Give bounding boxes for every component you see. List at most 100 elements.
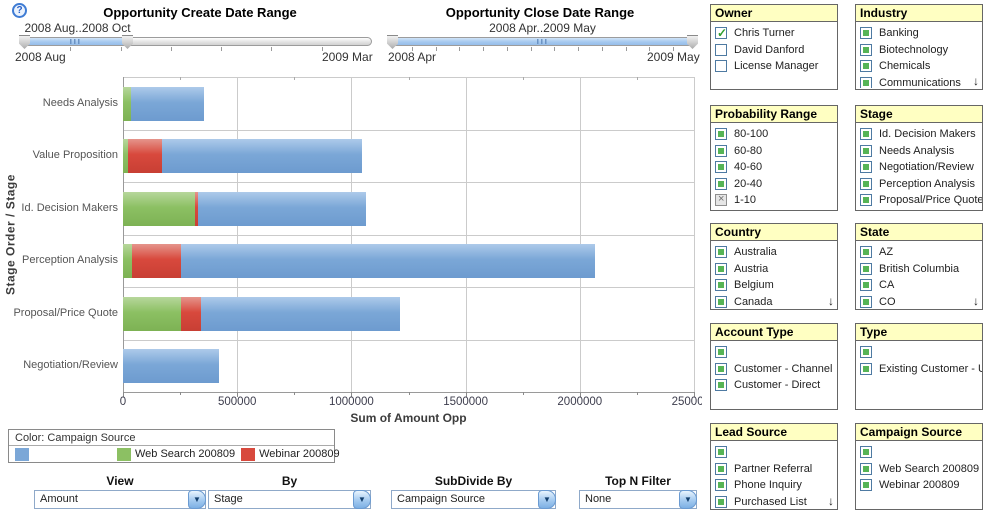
checkbox-selected-icon[interactable] [860, 362, 872, 375]
filter-item[interactable]: Canada [711, 294, 837, 309]
checkbox-empty-icon[interactable] [715, 43, 727, 56]
filter-item[interactable] [711, 444, 837, 461]
bar-segment[interactable] [132, 244, 182, 278]
checkbox-selected-icon[interactable] [860, 262, 872, 275]
filter-item[interactable]: CO [856, 294, 982, 309]
bar-segment[interactable] [130, 86, 205, 121]
bar-segment[interactable] [123, 349, 219, 383]
filter-item[interactable]: 60-80 [711, 143, 837, 160]
bar-segment[interactable] [123, 244, 133, 278]
checkbox-selected-icon[interactable] [715, 128, 727, 141]
close-date-slider-right-handle[interactable] [687, 35, 698, 49]
checkbox-selected-icon[interactable] [715, 262, 727, 275]
checkbox-selected-icon[interactable] [715, 479, 727, 492]
filter-item[interactable]: Phone Inquiry [711, 477, 837, 494]
checkbox-selected-icon[interactable] [860, 161, 872, 174]
filter-item[interactable]: Id. Decision Makers [856, 126, 982, 143]
filter-item[interactable]: Needs Analysis [856, 143, 982, 160]
filter-item[interactable]: British Columbia [856, 261, 982, 278]
legend-swatch-web-search[interactable] [117, 447, 131, 461]
checkbox-selected-icon[interactable] [860, 60, 872, 73]
filter-item[interactable]: Existing Customer - Upgrade [856, 361, 982, 378]
filter-item[interactable]: Webinar 200809 [856, 477, 982, 494]
filter-item[interactable]: Biotechnology [856, 42, 982, 59]
by-dropdown[interactable]: Stage ▼ [208, 490, 371, 509]
checkbox-selected-icon[interactable] [860, 446, 872, 459]
checkbox-selected-icon[interactable] [715, 295, 727, 308]
filter-item[interactable]: Chemicals [856, 58, 982, 75]
checkbox-selected-icon[interactable] [715, 362, 727, 375]
filter-item[interactable]: Australia [711, 244, 837, 261]
checkbox-excluded-icon[interactable] [715, 193, 727, 207]
checkbox-selected-icon[interactable] [860, 144, 872, 157]
checkbox-selected-icon[interactable] [715, 161, 727, 174]
checkbox-selected-icon[interactable] [860, 177, 872, 190]
checkbox-selected-icon[interactable] [860, 27, 872, 40]
checkbox-selected-icon[interactable] [715, 379, 727, 392]
filter-item[interactable]: Chris Turner [711, 25, 837, 42]
filter-item[interactable]: 80-100 [711, 126, 837, 143]
checkbox-selected-icon[interactable] [715, 462, 727, 475]
checkbox-selected-icon[interactable] [860, 279, 872, 292]
checkbox-selected-icon[interactable] [715, 144, 727, 157]
bar-segment[interactable] [127, 139, 162, 173]
checkbox-selected-icon[interactable] [860, 246, 872, 259]
dropdown-arrow-icon[interactable]: ▼ [188, 490, 206, 509]
checkbox-selected-icon[interactable] [715, 495, 727, 508]
view-dropdown[interactable]: Amount ▼ [34, 490, 206, 509]
legend-swatch-webinar[interactable] [241, 447, 256, 461]
bar-segment[interactable] [200, 296, 401, 331]
filter-item[interactable]: 40-60 [711, 159, 837, 176]
checkbox-selected-icon[interactable] [860, 479, 872, 492]
scroll-down-arrow-icon[interactable]: ↓ [973, 74, 979, 88]
filter-item[interactable] [711, 344, 837, 361]
bar-segment[interactable] [181, 296, 201, 331]
filter-item[interactable]: Banking [856, 25, 982, 42]
filter-item[interactable]: AZ [856, 244, 982, 261]
scroll-down-arrow-icon[interactable]: ↓ [828, 494, 834, 508]
bar-segment[interactable] [123, 296, 182, 331]
filter-item[interactable]: Communications [856, 75, 982, 88]
slider-grip-icon[interactable] [537, 39, 548, 44]
checkbox-selected-icon[interactable] [860, 295, 872, 308]
checkbox-selected-icon[interactable] [715, 446, 727, 459]
filter-item[interactable]: License Manager [711, 58, 837, 75]
bar-segment[interactable] [161, 139, 362, 173]
filter-item[interactable]: Belgium [711, 277, 837, 294]
filter-item[interactable]: Perception Analysis [856, 176, 982, 193]
close-date-slider-left-handle[interactable] [387, 35, 398, 49]
subdivide-by-dropdown[interactable]: Campaign Source ▼ [391, 490, 556, 509]
filter-item[interactable]: Purchased List [711, 494, 837, 509]
checkbox-selected-icon[interactable] [715, 177, 727, 190]
filter-item[interactable]: CA [856, 277, 982, 294]
filter-item[interactable]: Customer - Channel [711, 361, 837, 378]
checkbox-selected-icon[interactable] [860, 462, 872, 475]
bar-segment[interactable] [123, 191, 195, 226]
checkbox-empty-icon[interactable] [715, 60, 727, 73]
slider-grip-icon[interactable] [70, 39, 81, 44]
filter-item[interactable] [856, 444, 982, 461]
checkbox-selected-icon[interactable] [860, 76, 872, 88]
filter-item[interactable] [856, 344, 982, 361]
top-n-filter-dropdown[interactable]: None ▼ [579, 490, 697, 509]
checkbox-selected-icon[interactable] [715, 246, 727, 259]
checkbox-selected-icon[interactable] [715, 279, 727, 292]
checkbox-checkmark-icon[interactable] [715, 26, 727, 40]
checkbox-selected-icon[interactable] [860, 43, 872, 56]
filter-item[interactable]: Negotiation/Review [856, 159, 982, 176]
checkbox-selected-icon[interactable] [715, 346, 727, 359]
filter-item[interactable]: 20-40 [711, 176, 837, 193]
filter-item[interactable]: Web Search 200809 [856, 461, 982, 478]
filter-item[interactable]: Customer - Direct [711, 377, 837, 394]
dropdown-arrow-icon[interactable]: ▼ [679, 490, 697, 509]
dropdown-arrow-icon[interactable]: ▼ [538, 490, 556, 509]
filter-item[interactable]: Proposal/Price Quote [856, 192, 982, 209]
bar-segment[interactable] [123, 86, 131, 121]
filter-item[interactable]: 1-10 [711, 192, 837, 209]
filter-item[interactable]: Partner Referral [711, 461, 837, 478]
filter-item[interactable]: David Danford [711, 42, 837, 59]
checkbox-selected-icon[interactable] [860, 346, 872, 359]
checkbox-selected-icon[interactable] [860, 194, 872, 207]
create-date-slider-left-handle[interactable] [19, 35, 30, 49]
legend-swatch-blank[interactable] [15, 447, 29, 461]
